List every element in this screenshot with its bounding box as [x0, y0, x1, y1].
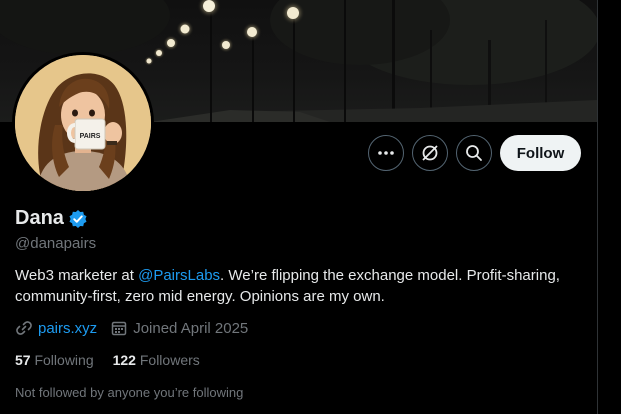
name-row: Dana [15, 207, 88, 230]
avatar[interactable]: PAIRS [12, 52, 154, 194]
followers-stat[interactable]: 122 Followers [113, 352, 200, 368]
grok-button[interactable] [412, 135, 448, 171]
scrollbar[interactable] [597, 0, 621, 414]
website-link[interactable]: pairs.xyz [38, 320, 97, 337]
grok-icon [422, 145, 438, 161]
following-count: 57 [15, 352, 31, 368]
website-item: pairs.xyz [15, 319, 97, 337]
following-label: Following [34, 352, 94, 368]
joined-item: Joined April 2025 [110, 319, 248, 337]
bio-text-prefix: Web3 marketer at [15, 267, 139, 284]
link-icon [16, 321, 32, 335]
follow-stats: 57 Following 122 Followers [15, 352, 200, 368]
avatar-illustration: PAIRS [15, 55, 151, 191]
mug-logo-text: PAIRS [80, 133, 101, 140]
calendar-icon [111, 321, 127, 336]
joined-date: Joined April 2025 [133, 319, 249, 337]
profile-meta-row: pairs.xyz Joined April 2025 [15, 319, 261, 337]
profile-page: PAIRS Follow Dana @danapairs Web3 market… [0, 0, 621, 414]
search-icon [466, 145, 482, 161]
profile-bio: Web3 marketer at @PairsLabs. We’re flipp… [15, 265, 590, 307]
search-button[interactable] [456, 135, 492, 171]
following-stat[interactable]: 57 Following [15, 352, 94, 368]
mutual-followers-note: Not followed by anyone you’re following [15, 385, 244, 400]
followers-count: 122 [112, 352, 136, 368]
display-name: Dana [15, 207, 64, 229]
more-horizontal-icon [378, 151, 394, 155]
followers-label: Followers [139, 352, 200, 368]
more-button[interactable] [368, 135, 404, 171]
user-handle: @danapairs [15, 235, 97, 252]
follow-button[interactable]: Follow [500, 135, 581, 171]
bio-mention-link[interactable]: @PairsLabs [138, 267, 220, 284]
verified-badge-icon[interactable] [68, 209, 88, 229]
